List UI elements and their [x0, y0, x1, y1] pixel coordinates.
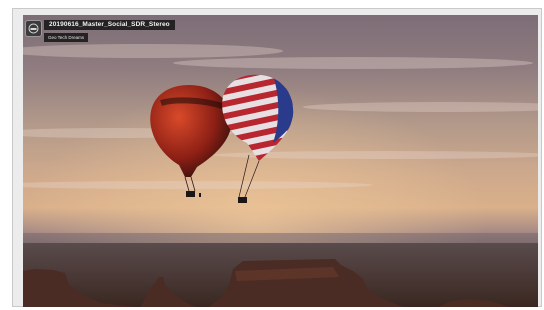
title-stack: 20190616_Master_Social_SDR_Stereo Geo Te…: [44, 20, 175, 42]
channel-name[interactable]: Geo Tech Dreams: [44, 33, 89, 42]
video-thumbnail[interactable]: [23, 15, 538, 307]
channel-avatar-icon[interactable]: [25, 20, 42, 37]
video-title-bar: 20190616_Master_Social_SDR_Stereo Geo Te…: [23, 19, 175, 42]
video-player[interactable]: 20190616_Master_Social_SDR_Stereo Geo Te…: [23, 15, 538, 307]
channel-logo-icon: [28, 23, 39, 34]
video-frame: 20190616_Master_Social_SDR_Stereo Geo Te…: [12, 8, 542, 307]
video-title[interactable]: 20190616_Master_Social_SDR_Stereo: [44, 20, 175, 30]
